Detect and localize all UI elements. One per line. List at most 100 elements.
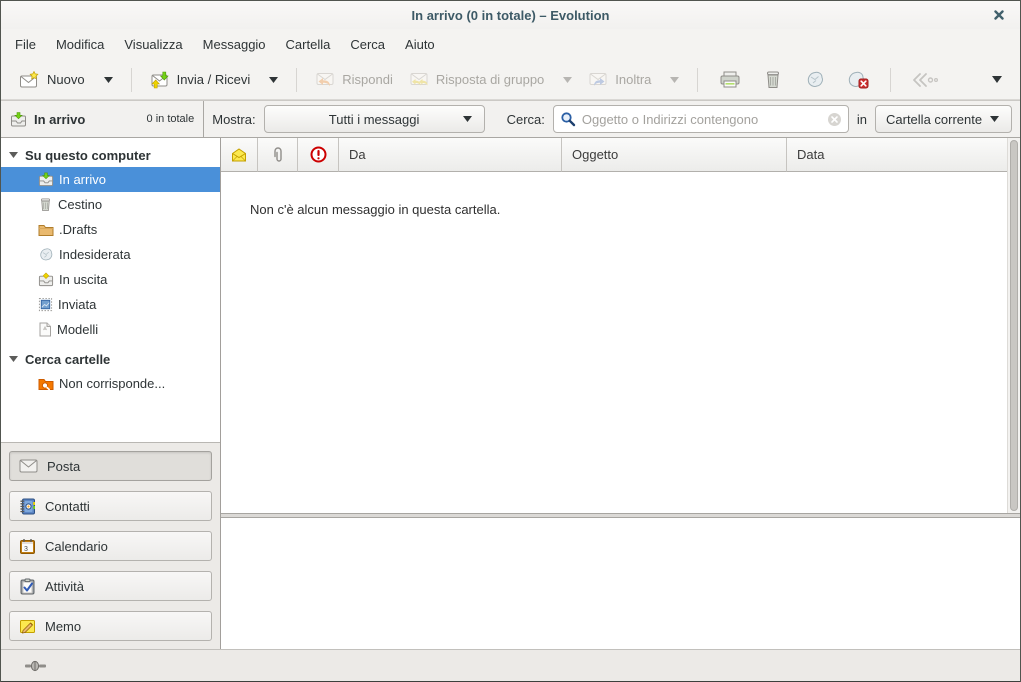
chevron-down-icon (670, 77, 679, 83)
tree-group-label: Cerca cartelle (25, 352, 110, 367)
view-switcher: Posta Contatti (1, 443, 220, 649)
sidebar-item-label: Modelli (57, 322, 98, 337)
sidebar-item-label: .Drafts (59, 222, 97, 237)
search-scope-dropdown[interactable]: Cartella corrente (875, 105, 1012, 133)
column-subject-label: Oggetto (572, 147, 618, 162)
forward-button[interactable]: Inoltra (580, 66, 687, 93)
in-label: in (857, 112, 867, 127)
reply-group-label: Risposta di gruppo (436, 72, 544, 87)
sidebar-item-drafts[interactable]: .Drafts (1, 217, 220, 242)
menu-messaggio[interactable]: Messaggio (193, 32, 276, 57)
junk-icon (38, 247, 54, 262)
history-back-icon (912, 72, 938, 88)
switcher-memo-button[interactable]: Memo (9, 611, 212, 641)
window-title: In arrivo (0 in totale) – Evolution (412, 8, 610, 23)
sidebar-item-non-corrisponde[interactable]: Non corrisponde... (1, 371, 220, 396)
sidebar-item-label: In uscita (59, 272, 107, 287)
priority-icon (310, 146, 327, 163)
folder-tree: Su questo computer In arrivo (1, 138, 220, 443)
new-button-label: Nuovo (47, 72, 85, 87)
menu-file[interactable]: File (5, 32, 46, 57)
mail-icon (19, 459, 38, 473)
delete-button[interactable] (752, 65, 794, 94)
switcher-attivita-button[interactable]: Attività (9, 571, 212, 601)
sidebar-item-inviata[interactable]: Inviata (1, 292, 220, 317)
message-list-body: Non c'è alcun messaggio in questa cartel… (221, 172, 1020, 513)
search-label: Cerca: (507, 112, 545, 127)
menu-visualizza[interactable]: Visualizza (114, 32, 192, 57)
sent-icon (38, 297, 53, 312)
switcher-label: Contatti (45, 499, 90, 514)
sidebar-item-in-uscita[interactable]: In uscita (1, 267, 220, 292)
sidebar-item-cestino[interactable]: Cestino (1, 192, 220, 217)
tree-group-search-folders[interactable]: Cerca cartelle (1, 347, 220, 371)
chevron-down-icon (269, 77, 278, 83)
scrollbar-thumb[interactable] (1010, 140, 1018, 511)
trash-icon (38, 197, 53, 212)
toolbar-overflow-button[interactable] (984, 71, 1010, 88)
message-list-header: Da Oggetto Data (221, 138, 1007, 172)
menu-cerca[interactable]: Cerca (340, 32, 395, 57)
calendar-icon: 3 (19, 538, 36, 555)
search-input[interactable] (582, 112, 821, 127)
switcher-posta-button[interactable]: Posta (9, 451, 212, 481)
read-status-icon (231, 148, 247, 162)
sidebar-item-modelli[interactable]: Modelli (1, 317, 220, 342)
new-button[interactable]: Nuovo (11, 66, 121, 94)
reply-group-button[interactable]: Risposta di gruppo (401, 66, 580, 93)
preview-pane (221, 518, 1020, 649)
reply-icon (315, 71, 335, 88)
toolbar-separator (131, 68, 132, 92)
menu-modifica[interactable]: Modifica (46, 32, 114, 57)
message-list-scrollbar[interactable] (1007, 138, 1020, 513)
chevron-down-icon (463, 116, 472, 122)
search-folder-icon (38, 377, 54, 391)
switcher-label: Calendario (45, 539, 108, 554)
print-button[interactable] (708, 65, 752, 94)
memo-icon (19, 618, 36, 634)
show-filter-value: Tutti i messaggi (329, 112, 420, 127)
sidebar-item-label: Non corrisponde... (59, 376, 165, 391)
switcher-contatti-button[interactable]: Contatti (9, 491, 212, 521)
sidebar-item-label: In arrivo (59, 172, 106, 187)
column-from-label: Da (349, 147, 366, 162)
switcher-calendario-button[interactable]: 3 Calendario (9, 531, 212, 561)
message-list: Da Oggetto Data Non c'è alcun messaggio … (221, 138, 1020, 513)
clear-search-icon[interactable] (827, 112, 842, 127)
sidebar-item-indesiderata[interactable]: Indesiderata (1, 242, 220, 267)
reply-button-label: Rispondi (342, 72, 393, 87)
current-folder-name: In arrivo (34, 112, 85, 127)
tree-group-label: Su questo computer (25, 148, 151, 163)
mail-pane: Da Oggetto Data Non c'è alcun messaggio … (221, 138, 1020, 649)
menubar: File Modifica Visualizza Messaggio Carte… (1, 29, 1020, 60)
close-button[interactable] (990, 7, 1008, 23)
toolbar-separator (296, 68, 297, 92)
menu-cartella[interactable]: Cartella (276, 32, 341, 57)
column-read-status[interactable] (221, 138, 258, 172)
template-icon (38, 322, 52, 337)
online-status-icon[interactable] (25, 660, 47, 672)
junk-button[interactable] (794, 65, 836, 94)
switcher-label: Memo (45, 619, 81, 634)
menu-aiuto[interactable]: Aiuto (395, 32, 445, 57)
send-receive-button[interactable]: Invia / Ricevi (142, 66, 287, 94)
tree-group-local[interactable]: Su questo computer (1, 143, 220, 167)
column-attachment[interactable] (258, 138, 298, 172)
history-back-button[interactable] (901, 67, 949, 93)
show-filter-dropdown[interactable]: Tutti i messaggi (264, 105, 485, 133)
outbox-icon (38, 272, 54, 287)
switcher-label: Attività (45, 579, 84, 594)
sidebar-item-in-arrivo[interactable]: In arrivo (1, 167, 220, 192)
column-priority[interactable] (298, 138, 339, 172)
not-junk-button[interactable] (836, 65, 880, 94)
column-from[interactable]: Da (339, 138, 562, 172)
evolution-window: In arrivo (0 in totale) – Evolution File… (0, 0, 1021, 682)
print-icon (719, 70, 741, 89)
column-subject[interactable]: Oggetto (562, 138, 787, 172)
statusbar (1, 649, 1020, 681)
toolbar: Nuovo Invia / Ricevi Rispondi (1, 60, 1020, 100)
column-date[interactable]: Data (787, 138, 1007, 172)
chevron-down-icon (992, 76, 1002, 83)
reply-button[interactable]: Rispondi (307, 66, 401, 93)
search-entry (553, 105, 849, 133)
